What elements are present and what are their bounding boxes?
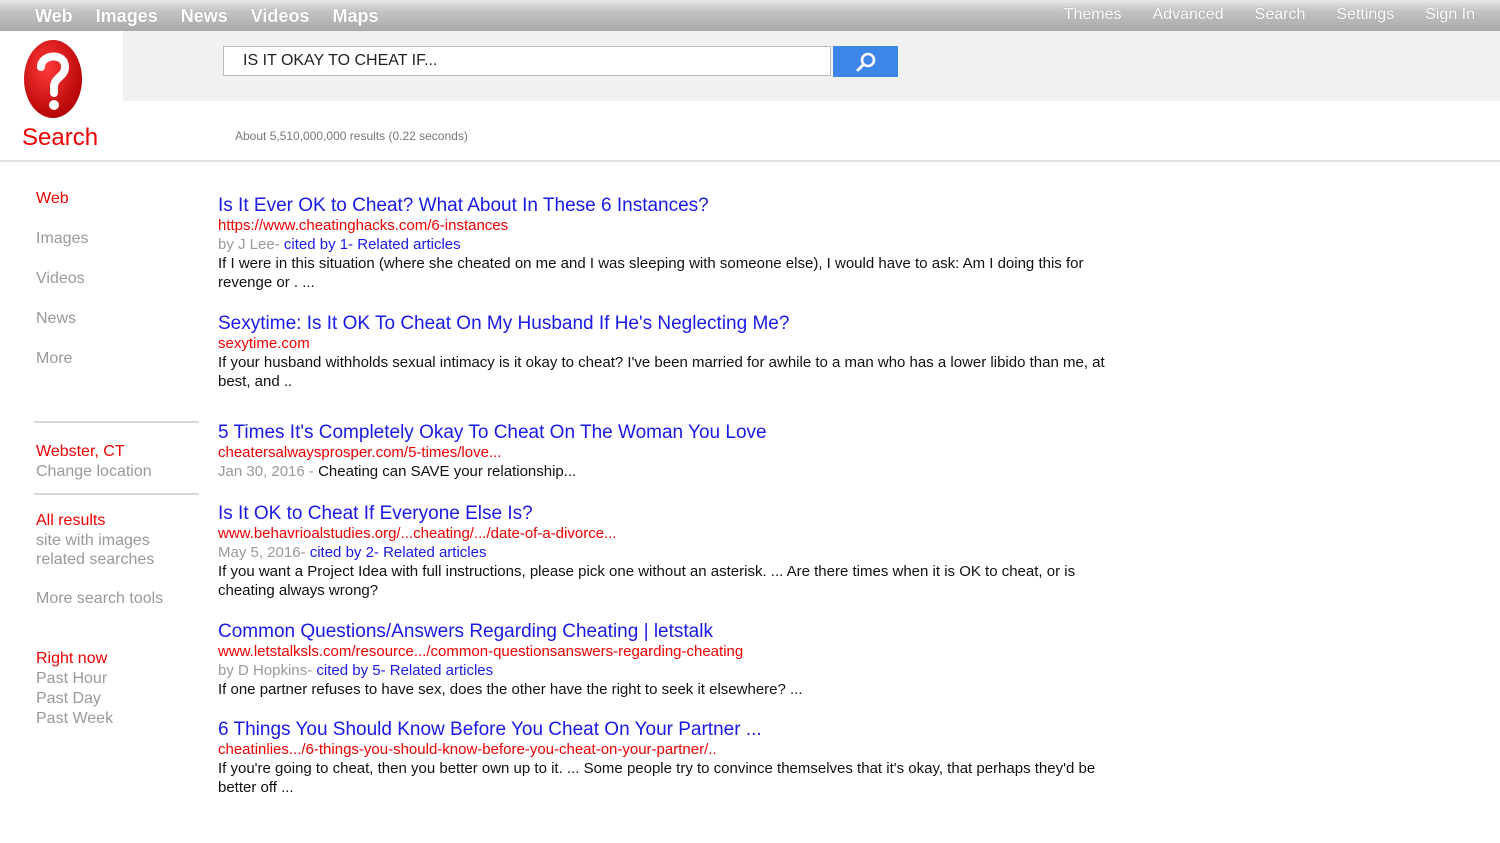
search-box (223, 46, 831, 76)
results-count: About 5,510,000,000 results (0.22 second… (235, 129, 468, 143)
result-meta: by J Lee- cited by 1- Related articles (218, 235, 1128, 254)
search-input[interactable] (224, 47, 830, 75)
top-nav-themes[interactable]: Themes (1064, 6, 1122, 24)
top-nav-news[interactable]: News (181, 6, 228, 27)
location-city: Webster, CT (36, 443, 125, 460)
time-past-hour[interactable]: Past Hour (36, 670, 107, 688)
result-url[interactable]: www.behavrioalstudies.org/...cheating/..… (218, 525, 1128, 543)
search-result: 5 Times It's Completely Okay To Cheat On… (218, 422, 1128, 481)
top-bar: Web Images News Videos Maps Themes Advan… (0, 0, 1500, 31)
more-search-tools-link[interactable]: More search tools (36, 590, 163, 608)
result-snippet: If you want a Project Idea with full ins… (218, 563, 1076, 599)
question-mark-logo-icon[interactable] (22, 37, 84, 121)
result-date: May 5, 2016- (218, 544, 310, 561)
logo-text[interactable]: Search (22, 124, 98, 152)
search-result: Common Questions/Answers Regarding Cheat… (218, 621, 1128, 699)
result-date: Jan 30, 2016 - (218, 463, 319, 480)
search-result: Is It OK to Cheat If Everyone Else Is? w… (218, 503, 1128, 600)
top-nav-images[interactable]: Images (96, 6, 158, 27)
result-url[interactable]: cheatinlies.../6-things-you-should-know-… (218, 741, 1128, 759)
result-url[interactable]: sexytime.com (218, 335, 1128, 353)
filter-related-searches[interactable]: related searches (36, 551, 154, 569)
sidebar-item-web[interactable]: Web (36, 190, 69, 208)
time-right-now[interactable]: Right now (36, 650, 107, 668)
result-cited-link[interactable]: cited by 2- Related articles (310, 544, 487, 561)
result-meta: by D Hopkins- cited by 5- Related articl… (218, 661, 1128, 680)
search-result: Sexytime: Is It OK To Cheat On My Husban… (218, 313, 1128, 391)
result-cited-link[interactable]: cited by 1- Related articles (284, 236, 461, 253)
sidebar-divider (34, 421, 199, 423)
top-nav-sign-in[interactable]: Sign In (1425, 6, 1475, 24)
top-nav-maps[interactable]: Maps (332, 6, 378, 27)
time-past-day[interactable]: Past Day (36, 690, 101, 708)
result-url[interactable]: cheatersalwaysprosper.com/5-times/love..… (218, 444, 1128, 462)
top-nav-search[interactable]: Search (1255, 6, 1306, 24)
result-title-link[interactable]: Is It OK to Cheat If Everyone Else Is? (218, 503, 1128, 525)
sidebar-item-images[interactable]: Images (36, 230, 88, 248)
change-location-link[interactable]: Change location (36, 463, 152, 481)
result-cited-link[interactable]: cited by 5- Related articles (316, 662, 493, 679)
result-title-link[interactable]: Is It Ever OK to Cheat? What About In Th… (218, 195, 1128, 217)
result-url[interactable]: https://www.cheatinghacks.com/6-instance… (218, 217, 1128, 235)
result-snippet: If your husband withholds sexual intimac… (218, 354, 1105, 390)
sidebar-divider (34, 493, 199, 495)
top-nav-right: Themes Advanced Search Settings Sign In (1033, 6, 1475, 24)
sidebar-item-news[interactable]: News (36, 310, 76, 328)
result-snippet: Cheating can SAVE your relationship... (318, 463, 577, 480)
top-nav-left: Web Images News Videos Maps (35, 6, 401, 27)
search-icon (856, 52, 875, 71)
result-meta: May 5, 2016- cited by 2- Related article… (218, 543, 1128, 562)
header-divider (0, 160, 1500, 162)
result-title-link[interactable]: 6 Things You Should Know Before You Chea… (218, 719, 1128, 741)
search-button[interactable] (833, 46, 898, 77)
sidebar-item-videos[interactable]: Videos (36, 270, 85, 288)
search-result: Is It Ever OK to Cheat? What About In Th… (218, 195, 1128, 292)
filter-site-with-images[interactable]: site with images (36, 532, 150, 550)
result-url[interactable]: www.letstalksls.com/resource.../common-q… (218, 643, 1128, 661)
time-past-week[interactable]: Past Week (36, 710, 113, 728)
result-title-link[interactable]: Sexytime: Is It OK To Cheat On My Husban… (218, 313, 1128, 335)
result-snippet: If I were in this situation (where she c… (218, 255, 1084, 291)
result-title-link[interactable]: Common Questions/Answers Regarding Cheat… (218, 621, 1128, 643)
top-nav-advanced[interactable]: Advanced (1153, 6, 1224, 24)
top-nav-settings[interactable]: Settings (1336, 6, 1394, 24)
result-author: by J Lee- (218, 236, 284, 253)
result-author: by D Hopkins- (218, 662, 317, 679)
top-nav-web[interactable]: Web (35, 6, 73, 27)
top-nav-videos[interactable]: Videos (251, 6, 310, 27)
search-result: 6 Things You Should Know Before You Chea… (218, 719, 1128, 797)
result-snippet: If one partner refuses to have sex, does… (218, 681, 803, 698)
result-meta: Jan 30, 2016 - Cheating can SAVE your re… (218, 462, 1128, 481)
result-title-link[interactable]: 5 Times It's Completely Okay To Cheat On… (218, 422, 1128, 444)
sidebar-item-more[interactable]: More (36, 350, 72, 368)
filter-all-results[interactable]: All results (36, 512, 105, 530)
result-snippet: If you're going to cheat, then you bette… (218, 760, 1096, 796)
